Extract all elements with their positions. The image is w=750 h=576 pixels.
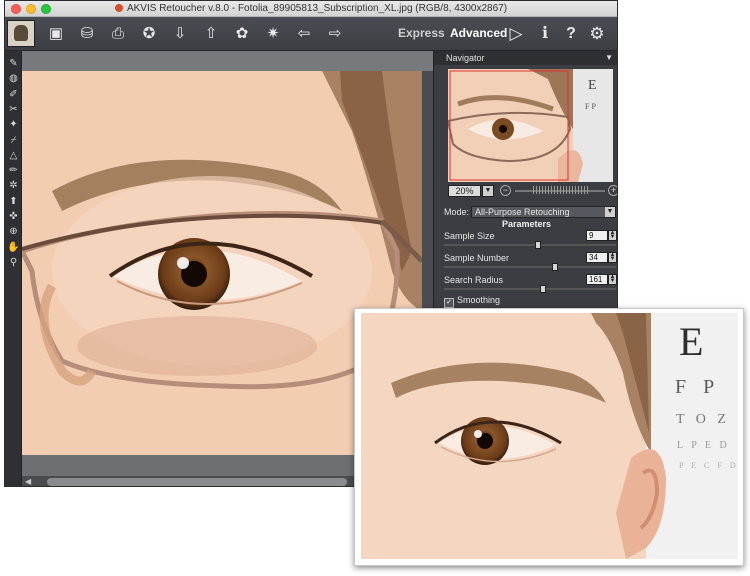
scroll-left-icon[interactable]: ◀: [25, 476, 31, 486]
share-icon: ✪: [142, 25, 156, 42]
tool-brush-icon[interactable]: ✐: [7, 88, 20, 101]
tool-eraser-icon[interactable]: ◍: [7, 72, 20, 85]
mode-select[interactable]: All-Purpose Retouching ▼: [471, 206, 616, 218]
batch-icon: ✿: [235, 25, 249, 42]
scroll-thumb[interactable]: [47, 478, 347, 486]
preferences-button[interactable]: ✷: [262, 24, 284, 44]
dark-circle: [77, 316, 317, 376]
parameter-value-field[interactable]: 161: [586, 274, 608, 285]
batch-button[interactable]: ✿: [231, 24, 253, 44]
parameter-value-field[interactable]: 9: [586, 230, 608, 241]
parameter-row: Sample Size 9 ▲ ▼: [444, 230, 617, 253]
navigator-title: Navigator: [446, 53, 485, 63]
parameter-slider-track[interactable]: [444, 288, 616, 290]
tool-gear-icon[interactable]: ✲: [7, 179, 20, 192]
navigator-preview[interactable]: E F P: [448, 69, 613, 182]
svg-text:E: E: [679, 319, 703, 364]
export-button[interactable]: ⇧: [200, 24, 222, 44]
parameter-spinner-icon[interactable]: ▲ ▼: [608, 274, 617, 285]
redo-button[interactable]: ⇨: [324, 24, 346, 44]
app-icon: [114, 4, 123, 12]
parameter-slider-knob[interactable]: [540, 285, 546, 293]
tool-patch-icon[interactable]: ✂: [7, 103, 20, 116]
print-icon: ⎙: [111, 25, 124, 42]
tool-clone-icon[interactable]: ⊕: [7, 225, 20, 238]
navigator-menu-icon[interactable]: ▼: [605, 51, 613, 65]
zoom-value-field[interactable]: 20%: [448, 185, 481, 197]
advanced-mode-button[interactable]: Advanced: [450, 26, 507, 40]
mode-row: Mode: All-Purpose Retouching ▼: [444, 206, 616, 218]
svg-text:T O Z: T O Z: [676, 412, 730, 427]
smoothing-check-icon[interactable]: ✓: [444, 298, 454, 308]
express-mode-button[interactable]: Express: [398, 26, 445, 40]
after-photo-frame: E F P T O Z L P E D P E C F D: [354, 308, 744, 566]
retoucher-logo-icon: [7, 20, 35, 47]
navigator-preview-drawing: E F P: [448, 69, 613, 182]
tool-triangle-icon[interactable]: △: [7, 149, 20, 162]
zoom-in-icon[interactable]: +: [608, 185, 617, 196]
svg-text:F P: F P: [585, 102, 596, 111]
navigator-header[interactable]: Navigator ▼: [434, 51, 617, 65]
parameters-header: Parameters: [501, 219, 552, 229]
zoom-out-icon[interactable]: −: [500, 185, 511, 196]
parameter-slider-track[interactable]: [444, 266, 616, 268]
parameter-label: Sample Number: [444, 253, 510, 263]
window-title-text: AKVIS Retoucher v.8.0 - Fotolia_89905813…: [126, 3, 508, 14]
after-photo-drawing: E F P T O Z L P E D P E C F D: [361, 313, 738, 559]
parameter-slider-knob[interactable]: [535, 241, 541, 249]
svg-text:E: E: [588, 78, 597, 93]
print-button[interactable]: ⎙: [107, 24, 129, 44]
tool-marker-icon[interactable]: ✏: [7, 164, 20, 177]
export-icon: ⇧: [204, 25, 218, 42]
tool-zoom-icon[interactable]: ⚲: [7, 256, 20, 269]
arrow-left-icon: ⇦: [297, 25, 311, 42]
tool-chisel-icon[interactable]: ⌿: [7, 134, 20, 147]
tool-retouch-icon[interactable]: ✎: [7, 57, 20, 70]
zoom-dropdown-icon[interactable]: ▼: [482, 185, 494, 197]
title-bar: AKVIS Retoucher v.8.0 - Fotolia_89905813…: [5, 1, 617, 17]
svg-text:L P E D: L P E D: [677, 440, 730, 451]
parameter-row: Sample Number 34 ▲ ▼: [444, 252, 617, 275]
navigator-zoom-row: 20% ▼ − +: [448, 185, 617, 199]
mode-select-value: All-Purpose Retouching: [475, 207, 570, 217]
parameter-spinner-icon[interactable]: ▲ ▼: [608, 230, 617, 241]
canvas-top-margin: [22, 51, 433, 71]
window-title: AKVIS Retoucher v.8.0 - Fotolia_89905813…: [5, 3, 617, 14]
run-icon[interactable]: ▷: [505, 24, 527, 44]
parameter-slider-track[interactable]: [444, 244, 616, 246]
parameter-label: Search Radius: [444, 275, 504, 285]
zoom-slider-ticks: [533, 186, 588, 194]
share-button[interactable]: ✪: [138, 24, 160, 44]
import-icon: ⇩: [173, 25, 187, 42]
parameter-spinner-icon[interactable]: ▲ ▼: [608, 252, 617, 263]
save-button[interactable]: ⛁: [76, 24, 98, 44]
smoothing-checkbox[interactable]: ✓ Smoothing: [444, 295, 500, 308]
svg-text:F P: F P: [675, 376, 720, 398]
smoothing-label: Smoothing: [457, 295, 501, 305]
svg-text:P E C F D: P E C F D: [679, 461, 738, 470]
tool-stamp-icon[interactable]: ⬆: [7, 195, 20, 208]
open-icon: ▣: [48, 25, 64, 42]
parameter-row: Search Radius 161 ▲ ▼: [444, 274, 617, 297]
mode-label: Mode:: [444, 207, 470, 217]
settings-icon[interactable]: ⚙: [586, 24, 608, 44]
tool-palette: ✎ ◍ ✐ ✂ ✦ ⌿ △ ✏ ✲ ⬆ ✜ ⊕ ✋ ⚲: [5, 51, 22, 486]
after-photo: E F P T O Z L P E D P E C F D: [361, 313, 738, 559]
tool-crop-icon[interactable]: ✜: [7, 210, 20, 223]
save-icon: ⛁: [80, 25, 94, 42]
tool-star-icon[interactable]: ✦: [7, 118, 20, 131]
info-icon[interactable]: ℹ: [534, 24, 556, 44]
parameter-label: Sample Size: [444, 231, 495, 241]
mode-dropdown-icon[interactable]: ▼: [605, 207, 615, 217]
open-button[interactable]: ▣: [45, 24, 67, 44]
import-button[interactable]: ⇩: [169, 24, 191, 44]
arrow-right-icon: ⇨: [328, 25, 342, 42]
help-icon[interactable]: ?: [560, 24, 582, 44]
main-toolbar: ▣ ⛁ ⎙ ✪ ⇩ ⇧ ✿ ✷ ⇦ ⇨ Express Advanced ▷ ℹ ? ⚙: [5, 17, 617, 51]
tool-hand-icon[interactable]: ✋: [7, 241, 20, 254]
parameter-slider-knob[interactable]: [552, 263, 558, 271]
parameter-value-field[interactable]: 34: [586, 252, 608, 263]
undo-button[interactable]: ⇦: [293, 24, 315, 44]
gears-icon: ✷: [266, 25, 280, 42]
